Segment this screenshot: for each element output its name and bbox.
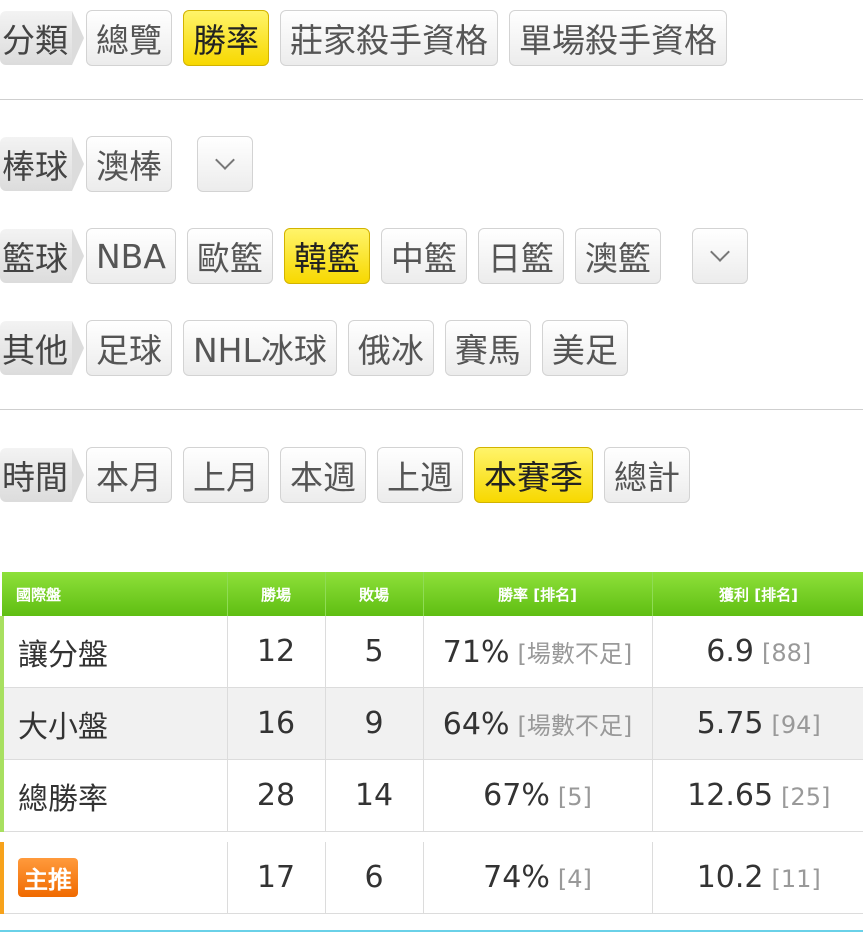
basketball-label: 籃球 — [0, 229, 84, 283]
baseball-more-dropdown[interactable] — [197, 136, 253, 192]
time-label: 時間 — [0, 448, 84, 502]
winrate-value: 71% — [442, 634, 510, 670]
table-header: 國際盤 勝場 敗場 勝率 [排名] 獲利 [排名] — [2, 572, 863, 616]
header-profit: 獲利 [排名] — [652, 572, 863, 616]
row-name: 大小盤 — [0, 687, 228, 760]
category-filter: 分類 總覽 勝率 莊家殺手資格 單場殺手資格 — [0, 9, 738, 67]
other-russia-hockey-button[interactable]: 俄冰 — [347, 320, 434, 376]
chevron-down-icon — [215, 150, 235, 170]
basketball-japan-button[interactable]: 日籃 — [477, 228, 564, 284]
header-winrate: 勝率 [排名] — [423, 572, 653, 616]
winrate-value: 67% — [483, 778, 550, 813]
basketball-china-button[interactable]: 中籃 — [380, 228, 467, 284]
row-name: 讓分盤 — [0, 616, 228, 688]
winrate-rank: [場數不足] — [517, 711, 633, 740]
winrate-value: 74% — [483, 860, 550, 895]
profit-value: 12.65 — [687, 778, 774, 813]
time-this-week-button[interactable]: 本週 — [280, 447, 366, 503]
row-losses: 9 — [325, 687, 424, 760]
table-row: 讓分盤 12 5 71% [場數不足] 6.9 [88] — [0, 616, 863, 688]
row-winrate: 67% [5] — [423, 759, 653, 832]
profit-rank: [94] — [771, 711, 821, 739]
winrate-rank: [5] — [557, 783, 592, 811]
time-filter: 時間 本月 上月 本週 上週 本賽季 總計 — [0, 446, 701, 504]
basketball-aus-button[interactable]: 澳籃 — [574, 228, 661, 284]
main-pick-cell: 主推 — [0, 842, 228, 914]
header-losses: 敗場 — [325, 572, 424, 616]
time-total-button[interactable]: 總計 — [604, 447, 690, 503]
other-soccer-button[interactable]: 足球 — [86, 320, 172, 376]
row-spacer — [2, 831, 863, 842]
header-market: 國際盤 — [2, 572, 228, 616]
category-overview-button[interactable]: 總覽 — [86, 10, 172, 66]
winrate-rank: [4] — [557, 865, 592, 893]
time-last-week-button[interactable]: 上週 — [377, 447, 463, 503]
row-profit: 5.75 [94] — [652, 687, 863, 760]
divider — [0, 99, 863, 100]
row-wins: 28 — [227, 759, 326, 832]
winrate-value: 64% — [442, 706, 510, 742]
row-winrate: 71% [場數不足] — [423, 616, 653, 688]
header-wins: 勝場 — [227, 572, 326, 616]
row-losses: 14 — [325, 759, 424, 832]
time-this-season-button[interactable]: 本賽季 — [474, 447, 593, 503]
profit-value: 5.75 — [696, 706, 764, 741]
stats-table: 國際盤 勝場 敗場 勝率 [排名] 獲利 [排名] 讓分盤 12 5 71% [場… — [0, 572, 863, 914]
table-row: 總勝率 28 14 67% [5] 12.65 [25] — [0, 759, 863, 832]
basketball-nba-button[interactable]: NBA — [86, 228, 176, 284]
basketball-filter: 籃球 NBA 歐籃 韓籃 中籃 日籃 澳籃 — [0, 227, 759, 285]
divider — [0, 409, 863, 410]
main-pick-badge: 主推 — [18, 858, 78, 897]
profit-value: 6.9 — [706, 634, 754, 669]
category-label: 分類 — [0, 11, 84, 65]
basketball-korea-button[interactable]: 韓籃 — [283, 228, 370, 284]
time-last-month-button[interactable]: 上月 — [183, 447, 269, 503]
baseball-aus-button[interactable]: 澳棒 — [86, 136, 172, 192]
category-banker-killer-button[interactable]: 莊家殺手資格 — [280, 10, 498, 66]
row-profit: 6.9 [88] — [652, 616, 863, 688]
baseball-label: 棒球 — [0, 137, 84, 191]
other-nhl-button[interactable]: NHL冰球 — [183, 320, 337, 376]
profit-rank: [11] — [771, 865, 821, 893]
category-winrate-button[interactable]: 勝率 — [183, 10, 269, 66]
other-filter: 其他 足球 NHL冰球 俄冰 賽馬 美足 — [0, 319, 639, 377]
row-wins: 17 — [227, 842, 326, 914]
other-label: 其他 — [0, 321, 84, 375]
basketball-more-dropdown[interactable] — [691, 228, 748, 284]
table-row: 大小盤 16 9 64% [場數不足] 5.75 [94] — [0, 687, 863, 760]
other-horse-racing-button[interactable]: 賽馬 — [444, 320, 531, 376]
profit-rank: [25] — [781, 783, 831, 811]
time-this-month-button[interactable]: 本月 — [86, 447, 172, 503]
spacer-cell — [2, 831, 863, 842]
winrate-rank: [場數不足] — [517, 639, 633, 668]
main-pick-row: 主推 17 6 74% [4] 10.2 [11] — [0, 842, 863, 914]
profit-value: 10.2 — [696, 860, 764, 895]
baseball-filter: 棒球 澳棒 — [0, 135, 264, 193]
profit-rank: [88] — [761, 639, 812, 667]
category-single-killer-button[interactable]: 單場殺手資格 — [509, 10, 727, 66]
row-losses: 6 — [325, 842, 424, 914]
chevron-down-icon — [710, 242, 730, 262]
row-wins: 12 — [227, 616, 326, 688]
basketball-euro-button[interactable]: 歐籃 — [186, 228, 273, 284]
row-wins: 16 — [227, 687, 326, 760]
row-winrate: 64% [場數不足] — [423, 687, 653, 760]
row-profit: 12.65 [25] — [652, 759, 863, 832]
row-name: 總勝率 — [0, 759, 228, 832]
bottom-border — [0, 930, 863, 932]
row-winrate: 74% [4] — [423, 842, 653, 914]
row-profit: 10.2 [11] — [652, 842, 863, 914]
other-american-football-button[interactable]: 美足 — [541, 320, 628, 376]
row-losses: 5 — [325, 616, 424, 688]
